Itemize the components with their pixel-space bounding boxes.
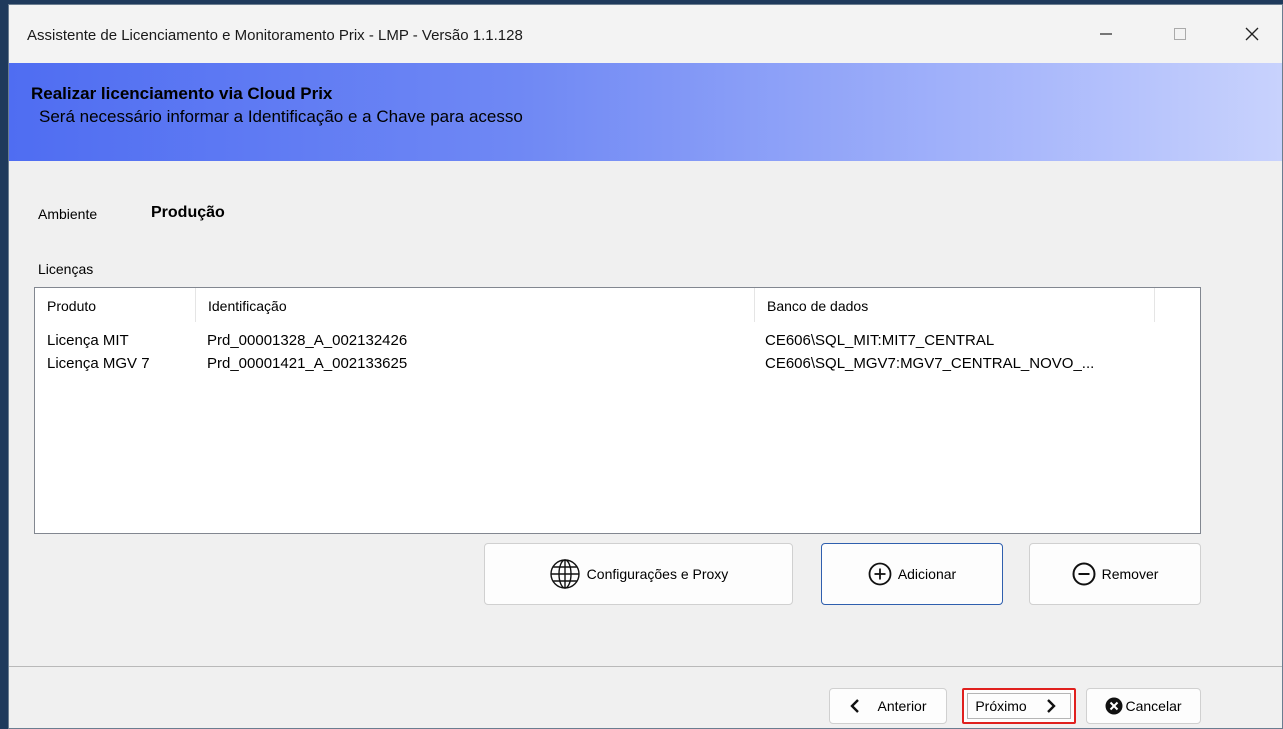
cancel-button[interactable]: Cancelar — [1086, 688, 1201, 724]
ambiente-value: Produção — [151, 204, 225, 221]
config-proxy-label: Configurações e Proxy — [586, 566, 729, 582]
add-button[interactable]: Adicionar — [821, 543, 1003, 605]
maximize-icon — [1174, 28, 1186, 40]
ambiente-label: Ambiente — [38, 206, 98, 222]
cell-identificacao: Prd_00001421_A_002133625 — [207, 355, 408, 372]
cell-produto: Licença MGV 7 — [47, 355, 150, 372]
header-title: Realizar licenciamento via Cloud Prix — [31, 84, 333, 103]
column-header-produto[interactable]: Produto — [35, 288, 196, 322]
plus-circle-icon — [868, 562, 892, 586]
cell-banco: CE606\SQL_MIT:MIT7_CENTRAL — [765, 332, 995, 349]
listview-header: Produto Identificação Banco de dados — [35, 288, 1155, 322]
header-subtitle: Será necessário informar a Identificação… — [39, 107, 523, 126]
next-label: Próximo — [975, 698, 1027, 714]
config-proxy-button[interactable]: Configurações e Proxy — [484, 543, 793, 605]
maximize-button[interactable] — [1157, 19, 1203, 49]
globe-icon — [549, 558, 581, 590]
footer-divider — [9, 666, 1282, 667]
previous-button[interactable]: Anterior — [829, 688, 947, 724]
window-title: Assistente de Licenciamento e Monitorame… — [27, 27, 523, 44]
column-header-identificacao[interactable]: Identificação — [196, 288, 755, 322]
chevron-right-icon — [1045, 698, 1057, 714]
previous-label: Anterior — [877, 698, 927, 714]
wizard-window: Assistente de Licenciamento e Monitorame… — [8, 4, 1283, 729]
licencas-listview[interactable]: Produto Identificação Banco de dados Lic… — [34, 287, 1201, 534]
cell-produto: Licença MIT — [47, 332, 129, 349]
minimize-button[interactable] — [1083, 19, 1129, 49]
licencas-label: Licenças — [38, 261, 94, 277]
remove-button[interactable]: Remover — [1029, 543, 1201, 605]
cancel-label: Cancelar — [1125, 698, 1182, 714]
next-button[interactable]: Próximo — [962, 688, 1076, 724]
close-button[interactable] — [1229, 19, 1275, 49]
cell-banco: CE606\SQL_MGV7:MGV7_CENTRAL_NOVO_... — [765, 355, 1095, 372]
title-bar: Assistente de Licenciamento e Monitorame… — [9, 5, 1282, 63]
table-row[interactable]: Licença MIT Prd_00001328_A_002132426 CE6… — [35, 332, 1155, 356]
minus-circle-icon — [1072, 562, 1096, 586]
table-row[interactable]: Licença MGV 7 Prd_00001421_A_002133625 C… — [35, 355, 1155, 379]
x-circle-icon — [1105, 697, 1123, 715]
chevron-left-icon — [849, 698, 861, 714]
add-label: Adicionar — [897, 566, 957, 582]
close-icon — [1245, 27, 1259, 41]
cell-identificacao: Prd_00001328_A_002132426 — [207, 332, 408, 349]
minimize-icon — [1100, 33, 1112, 35]
column-header-banco[interactable]: Banco de dados — [755, 288, 1155, 322]
remove-label: Remover — [1101, 566, 1159, 582]
wizard-header: Realizar licenciamento via Cloud Prix Se… — [9, 63, 1282, 161]
